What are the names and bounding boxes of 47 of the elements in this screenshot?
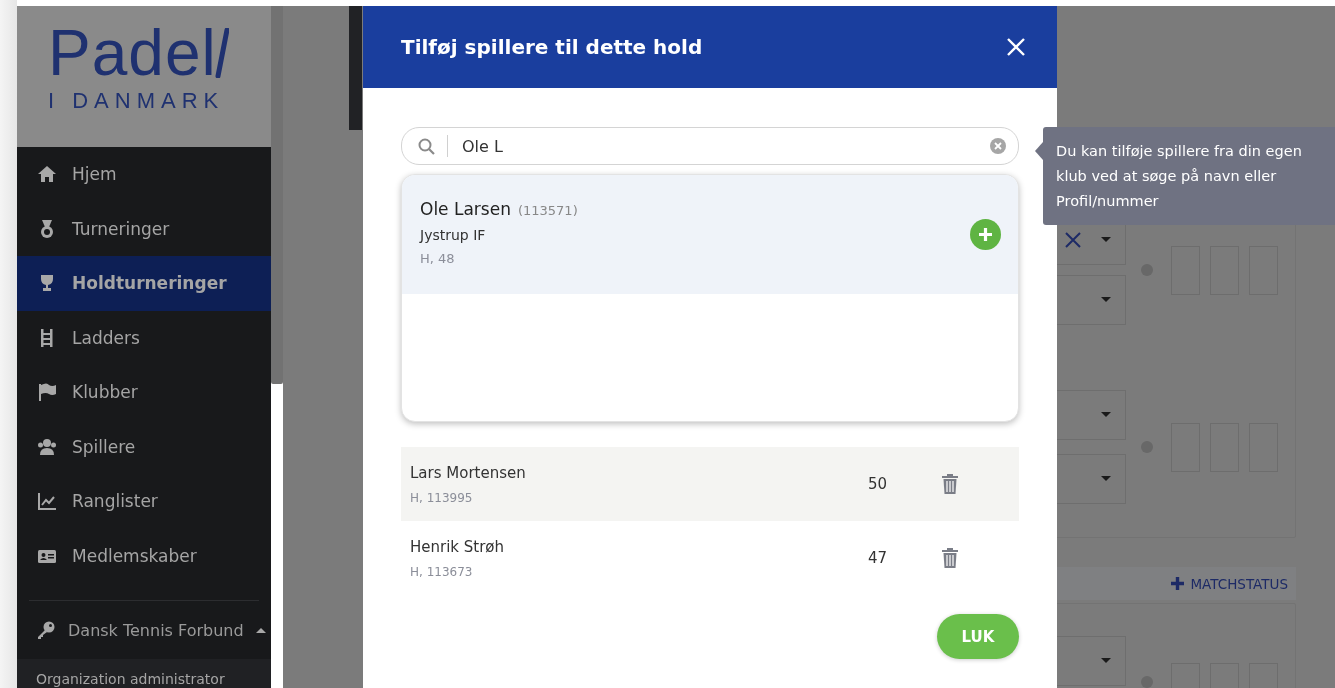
sidebar-item[interactable]: Turneringer — [17, 201, 271, 256]
plus-icon — [1171, 577, 1185, 590]
add-icon[interactable] — [970, 219, 1001, 250]
player-meta: H, 113673 — [410, 564, 474, 579]
modal-title: Tilføj spillere til dette hold — [401, 35, 703, 59]
sidebar-item[interactable]: Hjem — [17, 147, 271, 202]
sidebar-item[interactable]: Klubber — [17, 365, 271, 420]
caret-icon — [1101, 412, 1111, 418]
clear-icon — [1065, 232, 1081, 248]
logo-tagline: I DANMARK — [48, 88, 225, 114]
player-points: 50 — [868, 475, 889, 493]
search-input[interactable]: Ole L — [460, 135, 978, 157]
home-icon — [37, 164, 57, 185]
key-icon — [36, 620, 56, 640]
clear-icon[interactable] — [990, 138, 1006, 154]
search-icon — [418, 137, 435, 155]
search-result[interactable]: Ole Larsen (113571) Jystrup IF H, 48 — [402, 175, 1018, 294]
sidebar-item[interactable]: Ranglister — [17, 474, 271, 529]
result-meta: H, 48 — [420, 250, 456, 266]
player-meta: H, 113995 — [410, 490, 474, 505]
sidebar-item[interactable]: Holdturneringer — [17, 256, 271, 311]
role-label: Organization administrator — [17, 659, 271, 688]
flag-icon — [37, 382, 57, 403]
player-name: Lars Mortensen — [410, 463, 527, 482]
player-points: 47 — [868, 549, 889, 567]
chart-icon — [37, 491, 57, 512]
sidebar-item[interactable]: Spillere — [17, 419, 271, 474]
trash-icon[interactable] — [942, 474, 958, 494]
users-icon — [37, 436, 57, 457]
tooltip-text: Du kan tilføje spillere fra din egen klub ved at søge på navn eller Profil/nummer — [1056, 143, 1302, 209]
caret-icon — [1101, 297, 1111, 303]
close-icon[interactable] — [1007, 38, 1025, 56]
result-number: (113571) — [517, 202, 578, 218]
caret-icon — [1101, 658, 1111, 664]
sidebar-item[interactable]: Medlemskaber — [17, 528, 271, 583]
organization-menu[interactable]: Dansk Tennis Forbund — [17, 601, 271, 659]
trash-icon[interactable] — [942, 548, 958, 568]
caret-icon — [1101, 237, 1111, 243]
search-field[interactable]: Ole L — [401, 127, 1019, 165]
slash-mark-icon — [214, 28, 229, 78]
caret-icon — [1101, 476, 1111, 482]
result-name: Ole Larsen — [420, 198, 511, 219]
result-club: Jystrup IF — [420, 226, 487, 243]
player-name: Henrik Strøh — [410, 537, 506, 556]
logo-wordmark: Padel — [48, 20, 217, 86]
caret-icon — [255, 627, 266, 633]
sidebar-item[interactable]: Ladders — [17, 310, 271, 365]
